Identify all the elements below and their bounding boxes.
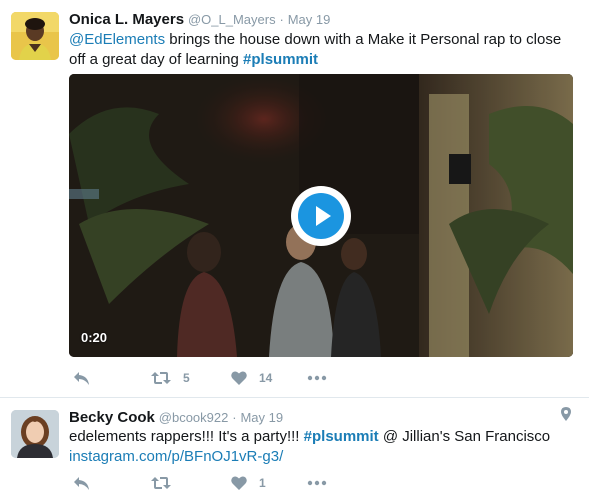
like-button[interactable]: 14: [231, 368, 272, 388]
retweet-icon: [151, 372, 171, 384]
like-count: 1: [259, 476, 266, 490]
separator-dot: ·: [279, 12, 284, 27]
like-count: 14: [259, 371, 273, 385]
separator-dot: ·: [232, 410, 237, 425]
tweet-actions: 1: [69, 473, 369, 493]
retweet-button[interactable]: 5: [151, 368, 190, 388]
more-icon: [307, 375, 327, 381]
author-name[interactable]: Becky Cook: [69, 409, 155, 426]
retweet-count: 5: [183, 371, 190, 385]
play-icon: [298, 193, 344, 239]
reply-icon: [74, 371, 89, 385]
author-name[interactable]: Onica L. Mayers: [69, 11, 184, 28]
tweet-text: @EdElements brings the house down with a…: [69, 30, 574, 70]
avatar[interactable]: [11, 12, 59, 60]
avatar[interactable]: [11, 410, 59, 458]
play-button[interactable]: [291, 186, 351, 246]
reply-button[interactable]: [73, 368, 90, 388]
tweet-body: edelements rappers!!! It's a party!!!: [69, 428, 304, 445]
hashtag-link[interactable]: #plsummit: [243, 51, 318, 68]
tweet-becky-cook[interactable]: Becky Cook @bcook922 · May 19 edelements…: [0, 397, 589, 493]
tweet-timestamp[interactable]: May 19: [288, 12, 331, 27]
reply-button[interactable]: [73, 473, 90, 493]
location-pin-icon[interactable]: [561, 407, 571, 426]
like-button[interactable]: 1: [231, 473, 266, 493]
tweet-onica-mayers[interactable]: Onica L. Mayers @O_L_Mayers · May 19 @Ed…: [0, 0, 589, 397]
tweet-actions: 5 14: [69, 368, 369, 388]
tweet-text: edelements rappers!!! It's a party!!! #p…: [69, 427, 574, 467]
hashtag-link[interactable]: #plsummit: [304, 428, 379, 445]
mention-link[interactable]: @EdElements: [69, 31, 165, 48]
location-text: @ Jillian's San Francisco: [378, 428, 551, 445]
tweet-timestamp[interactable]: May 19: [240, 410, 283, 425]
video-player[interactable]: 0:20: [69, 74, 573, 357]
author-username[interactable]: @bcook922: [159, 410, 229, 425]
author-username[interactable]: @O_L_Mayers: [188, 12, 276, 27]
heart-icon: [231, 476, 247, 490]
tweet-header: Becky Cook @bcook922 · May 19: [69, 408, 283, 427]
video-duration: 0:20: [81, 330, 108, 345]
more-button[interactable]: [307, 368, 327, 388]
more-button[interactable]: [307, 473, 327, 493]
retweet-icon: [151, 477, 171, 489]
retweet-button[interactable]: [151, 473, 183, 493]
reply-icon: [74, 476, 89, 490]
heart-icon: [231, 371, 247, 385]
more-icon: [307, 480, 327, 486]
instagram-link[interactable]: instagram.com/p/BFnOJ1vR-g3/: [69, 448, 283, 465]
tweet-header: Onica L. Mayers @O_L_Mayers · May 19: [69, 10, 330, 29]
